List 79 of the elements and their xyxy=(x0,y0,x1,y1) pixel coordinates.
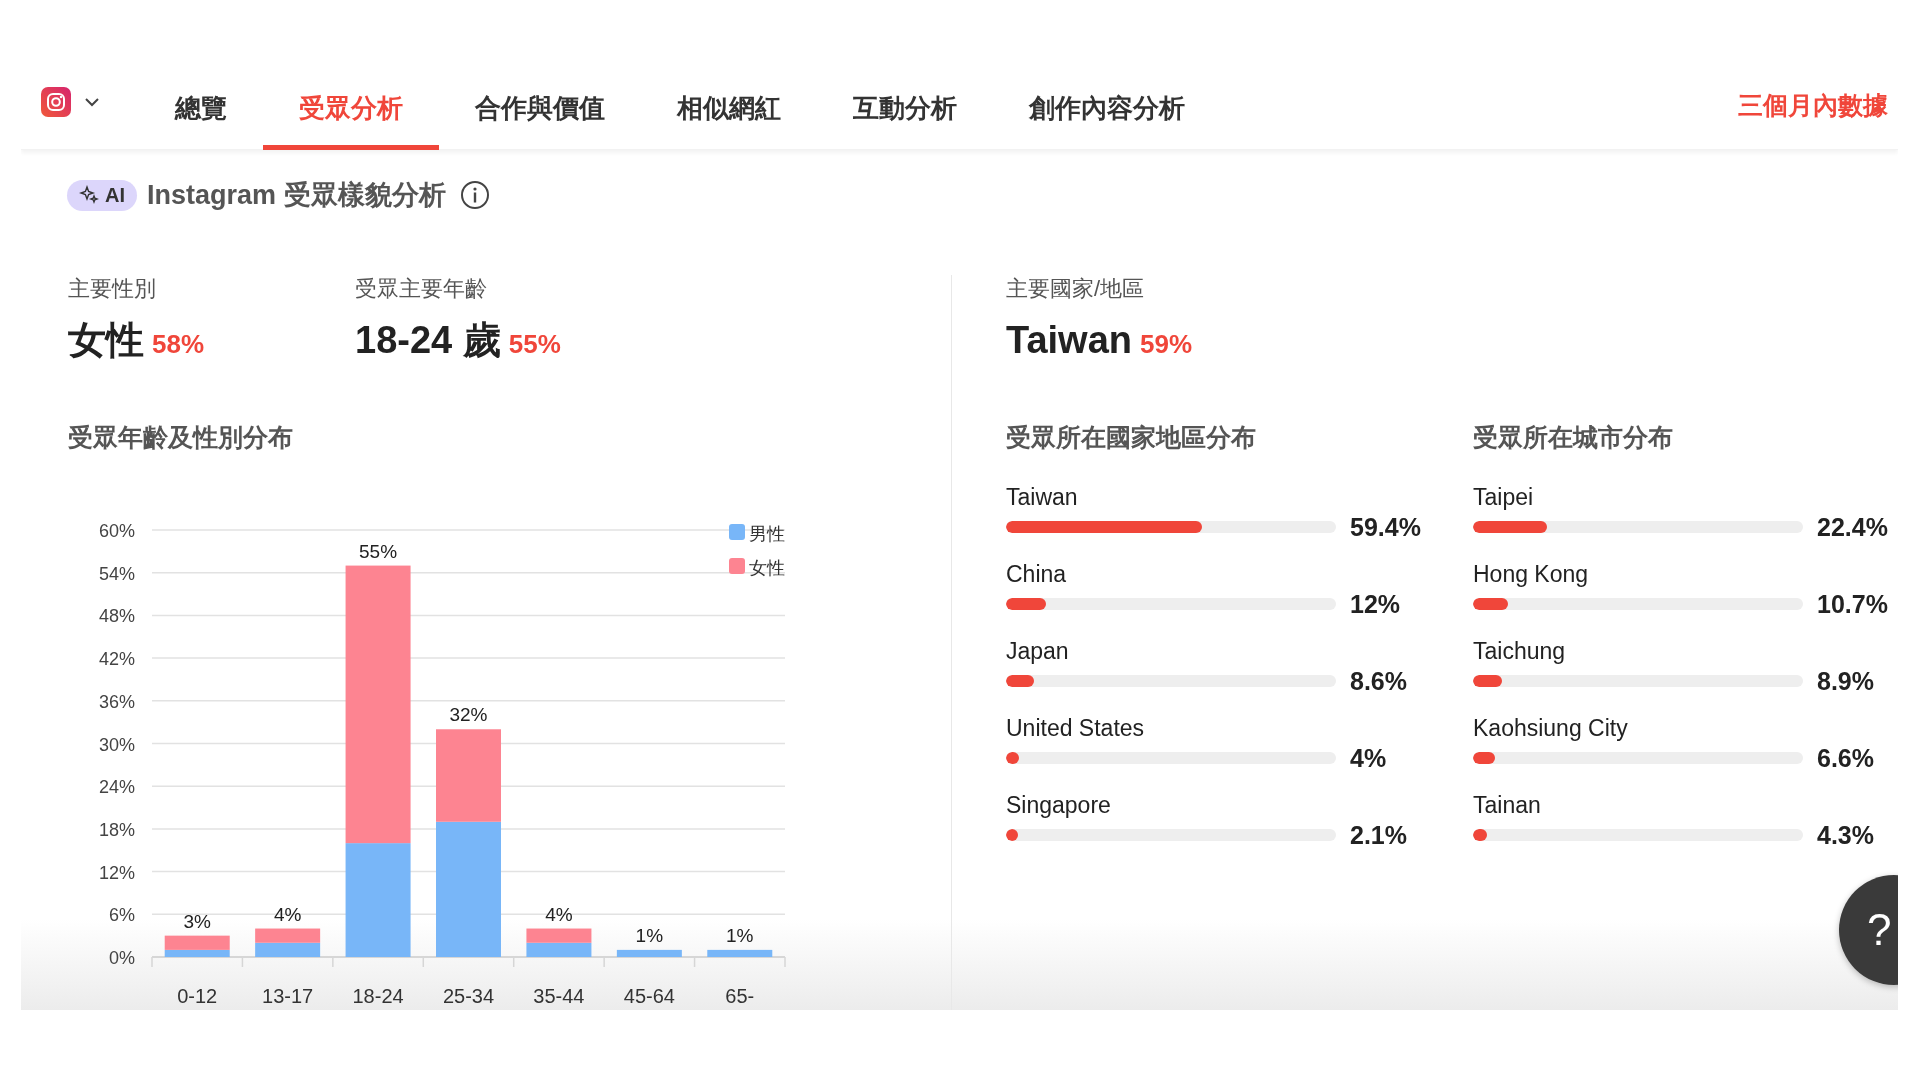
location-name: Japan xyxy=(1006,637,1069,666)
percent-value: 59.4% xyxy=(1350,512,1421,542)
percent-value: 12% xyxy=(1350,589,1401,619)
y-tick-label: 36% xyxy=(98,691,135,712)
stat-percent: 55% xyxy=(508,329,561,360)
stat-value: Taiwan xyxy=(1006,318,1132,363)
badge-label: AI xyxy=(105,183,125,207)
percent-value: 6.6% xyxy=(1817,743,1874,773)
percent-value: 4.3% xyxy=(1817,820,1874,850)
percent-value: 10.7% xyxy=(1817,589,1888,619)
y-tick-label: 18% xyxy=(98,819,135,840)
x-tick-label: 25-34 xyxy=(442,985,495,1007)
stat-label: 主要性別 xyxy=(68,275,156,303)
value-label: 4% xyxy=(273,903,302,925)
list-title: 受眾所在國家地區分布 xyxy=(1006,422,1256,453)
percent-value: 8.6% xyxy=(1350,666,1407,696)
x-tick-label: 65- xyxy=(725,985,755,1007)
tab[interactable]: 創作內容分析 xyxy=(993,72,1221,150)
value-label: 1% xyxy=(635,924,664,946)
percent-value: 4% xyxy=(1350,743,1387,773)
percent-value: 22.4% xyxy=(1817,512,1888,542)
chart-title: 受眾年齡及性別分布 xyxy=(68,422,293,453)
value-label: 32% xyxy=(449,704,488,726)
y-tick-label: 54% xyxy=(98,563,135,584)
tab[interactable]: 互動分析 xyxy=(817,72,993,150)
tab[interactable]: 合作與價值 xyxy=(439,72,641,150)
stat-percent: 59% xyxy=(1140,329,1193,360)
y-tick-label: 6% xyxy=(109,905,135,926)
percent-value: 2.1% xyxy=(1350,820,1407,850)
value-label: 55% xyxy=(359,540,398,562)
tab[interactable]: 受眾分析 xyxy=(263,72,439,150)
stat-value: 女性 xyxy=(68,318,144,363)
period-label: 三個月內數據 xyxy=(1738,90,1888,121)
location-name: Kaohsiung City xyxy=(1473,714,1628,743)
legend-label: 女性 xyxy=(749,558,785,578)
legend-swatch xyxy=(729,524,745,540)
location-name: Taipei xyxy=(1473,483,1534,512)
location-name: China xyxy=(1006,560,1067,589)
value-label: 1% xyxy=(726,924,754,946)
tab[interactable]: 相似網紅 xyxy=(641,72,817,150)
legend-swatch xyxy=(729,558,745,574)
y-tick-label: 60% xyxy=(98,521,135,541)
percent-value: 8.9% xyxy=(1817,666,1874,696)
y-tick-label: 30% xyxy=(98,734,135,755)
stat-label: 主要國家/地區 xyxy=(1006,275,1145,303)
tab[interactable]: 總覽 xyxy=(139,72,263,150)
sparkle-icon xyxy=(79,185,99,205)
y-tick-label: 24% xyxy=(98,777,135,798)
info-icon[interactable] xyxy=(459,180,490,210)
x-tick-label: 35-44 xyxy=(533,985,585,1007)
stat-value: 18-24 歲 xyxy=(355,318,501,363)
section-title: Instagram 受眾樣貌分析 xyxy=(147,179,446,212)
location-name: United States xyxy=(1006,714,1145,743)
camera-app-icon[interactable] xyxy=(41,87,71,117)
help-button[interactable]: ? xyxy=(1839,875,1898,985)
x-tick-label: 18-24 xyxy=(352,985,404,1007)
value-label: 4% xyxy=(545,903,573,925)
stat-percent: 58% xyxy=(152,329,205,360)
stat-label: 受眾主要年齡 xyxy=(355,275,487,303)
value-label: 3% xyxy=(183,910,211,932)
location-name: Hong Kong xyxy=(1473,560,1589,589)
list-title: 受眾所在城市分布 xyxy=(1473,422,1673,453)
location-name: Taiwan xyxy=(1006,483,1078,512)
y-tick-label: 12% xyxy=(98,862,135,883)
x-tick-label: 0-12 xyxy=(177,985,218,1007)
bar-segment xyxy=(616,949,682,957)
legend-label: 男性 xyxy=(749,524,785,544)
location-name: Singapore xyxy=(1006,791,1111,820)
bar-segment xyxy=(255,928,321,943)
chevron-down-icon[interactable] xyxy=(85,97,99,107)
bar-segment xyxy=(707,949,773,957)
x-tick-label: 13-17 xyxy=(262,985,314,1007)
y-tick-label: 42% xyxy=(98,649,135,670)
location-name: Tainan xyxy=(1473,791,1541,820)
y-tick-label: 0% xyxy=(109,948,135,968)
bar-segment xyxy=(526,928,592,943)
location-name: Taichung xyxy=(1473,637,1566,666)
y-tick-label: 48% xyxy=(98,606,135,627)
x-tick-label: 45-64 xyxy=(623,985,675,1007)
